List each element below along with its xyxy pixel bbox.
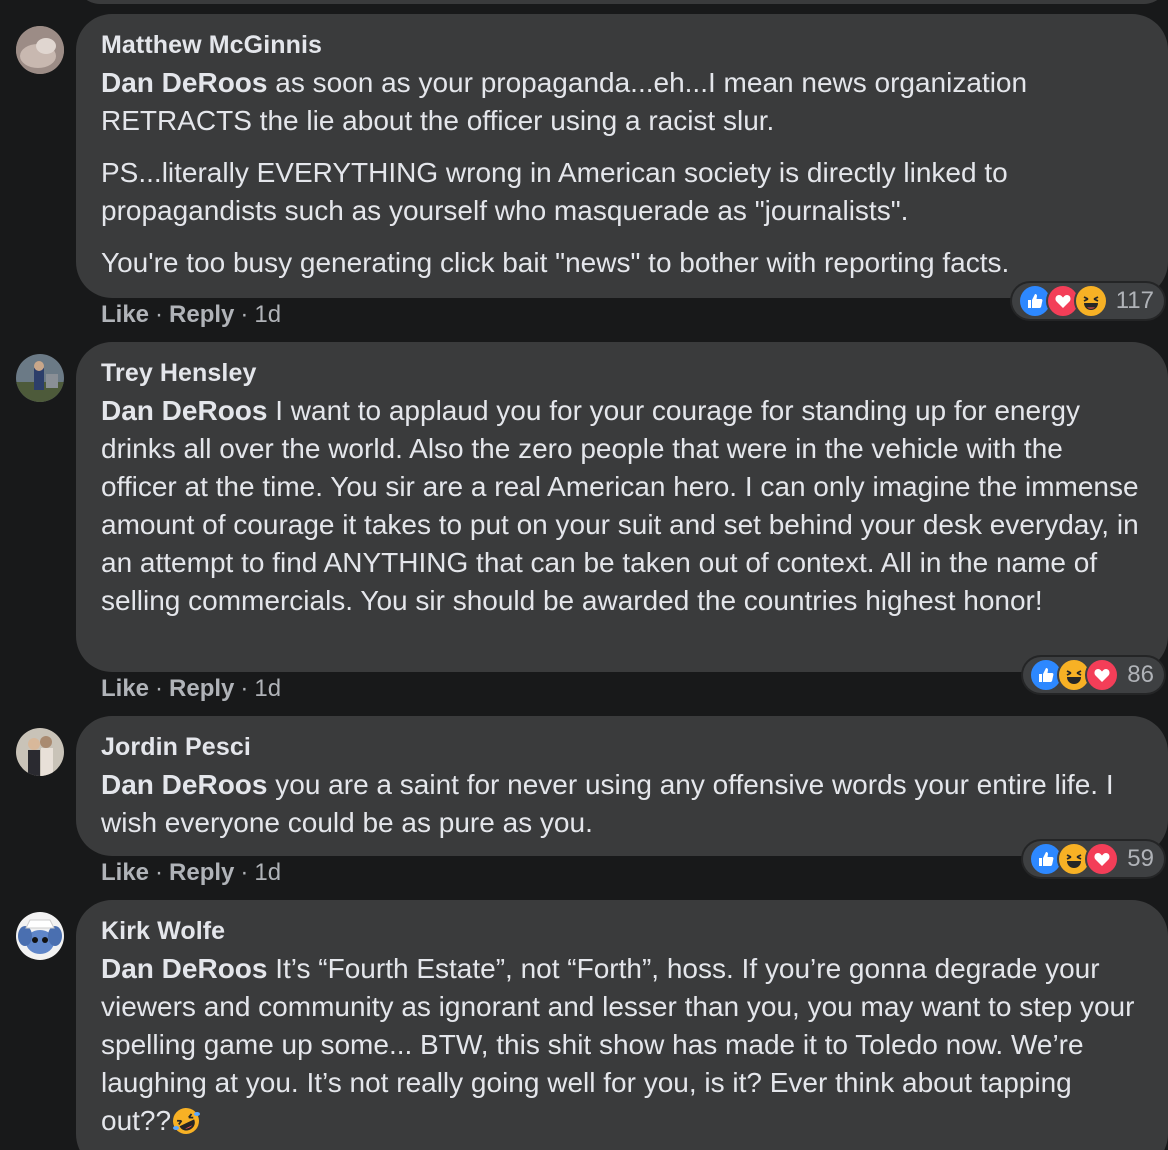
reaction-count: 86: [1127, 661, 1154, 688]
heart-icon: [1085, 842, 1120, 876]
reply-button[interactable]: Reply: [169, 301, 234, 328]
heart-icon: [1085, 658, 1120, 692]
comment-text: PS...literally EVERYTHING wrong in Ameri…: [101, 157, 1008, 226]
avatar[interactable]: [16, 912, 64, 960]
comment-author[interactable]: Matthew McGinnis: [101, 30, 1144, 60]
reaction-count: 59: [1127, 845, 1154, 872]
mention-link[interactable]: Dan DeRoos: [101, 67, 267, 98]
comment-author[interactable]: Trey Hensley: [101, 358, 1144, 388]
reply-button[interactable]: Reply: [169, 859, 234, 886]
like-button[interactable]: Like: [101, 859, 149, 886]
comment-text: Dan DeRoos I want to applaud you for you…: [101, 395, 1139, 616]
comment-text: Dan DeRoos you are a saint for never usi…: [101, 769, 1114, 838]
comment-actions: Like · Reply · 1d: [101, 675, 282, 702]
comment-author[interactable]: Kirk Wolfe: [101, 916, 1144, 946]
comment-text: You're too busy generating click bait "n…: [101, 247, 1010, 278]
like-button[interactable]: Like: [101, 675, 149, 702]
avatar[interactable]: [16, 728, 64, 776]
comment-text: Dan DeRoos It’s “Fourth Estate”, not “Fo…: [101, 950, 1144, 1140]
avatar[interactable]: [16, 26, 64, 74]
comment-actions: Like · Reply · 1d: [101, 859, 282, 886]
timestamp[interactable]: 1d: [254, 675, 281, 702]
mention-link[interactable]: Dan DeRoos: [101, 953, 267, 984]
avatar[interactable]: [16, 354, 64, 402]
like-button[interactable]: Like: [101, 301, 149, 328]
mention-link[interactable]: Dan DeRoos: [101, 395, 267, 426]
comment-bubble: Trey Hensley Dan DeRoos I want to applau…: [76, 342, 1168, 672]
comment-bubble: Jordin Pesci Dan DeRoos you are a saint …: [76, 716, 1168, 856]
comment-author[interactable]: Jordin Pesci: [101, 732, 1144, 762]
previous-comment-bubble: [76, 0, 1168, 4]
reaction-summary[interactable]: 59: [1023, 841, 1164, 877]
reaction-count: 117: [1115, 287, 1154, 314]
comment-bubble: Matthew McGinnis Dan DeRoos as soon as y…: [76, 14, 1168, 298]
comment-text: Dan DeRoos as soon as your propaganda...…: [101, 67, 1028, 136]
comment-actions: Like · Reply · 1d: [101, 301, 282, 328]
timestamp[interactable]: 1d: [254, 859, 281, 886]
mention-link[interactable]: Dan DeRoos: [101, 769, 267, 800]
comments-thread: Matthew McGinnis Dan DeRoos as soon as y…: [0, 0, 1168, 1150]
timestamp[interactable]: 1d: [254, 301, 281, 328]
comment-bubble: Kirk Wolfe Dan DeRoos It’s “Fourth Estat…: [76, 900, 1168, 1150]
rolling-on-floor-laughing-icon: [171, 1106, 201, 1136]
reaction-summary[interactable]: 86: [1023, 657, 1164, 693]
laughing-face-icon: [1073, 284, 1108, 318]
reply-button[interactable]: Reply: [169, 675, 234, 702]
reaction-summary[interactable]: 117: [1011, 283, 1164, 319]
